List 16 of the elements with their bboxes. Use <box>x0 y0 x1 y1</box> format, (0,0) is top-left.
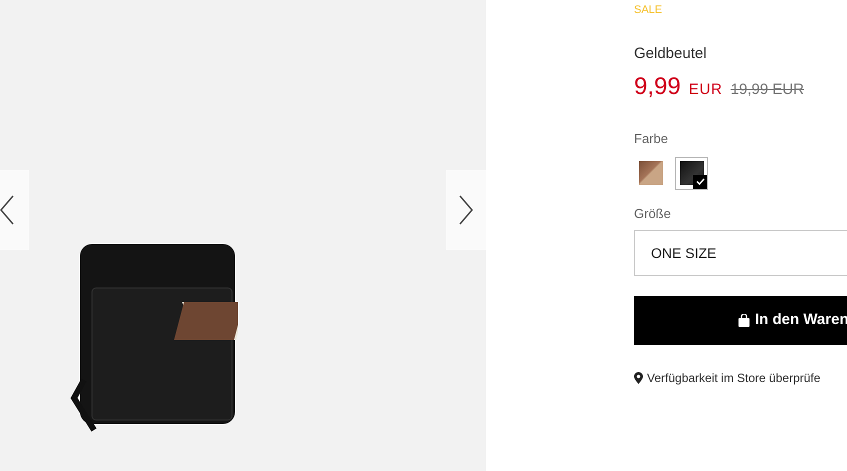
size-select[interactable]: ONE SIZE <box>634 230 847 276</box>
sale-price: 9,99 <box>634 72 681 102</box>
sale-label: SALE <box>634 3 664 18</box>
shopping-bag-icon <box>738 314 750 327</box>
color-label: Farbe <box>634 130 669 148</box>
chevron-right-icon <box>459 195 473 225</box>
product-name: Geldbeutel <box>634 44 708 64</box>
size-label: Größe <box>634 204 672 222</box>
chevron-left-icon <box>0 195 14 225</box>
currency: EUR <box>688 80 723 100</box>
store-availability-link[interactable]: Verfügbarkeit im Store überprüfe <box>647 369 820 387</box>
map-pin-icon <box>634 372 643 384</box>
previous-arrow-button[interactable] <box>0 170 29 250</box>
color-swatch[interactable] <box>675 156 708 190</box>
checkmark-icon <box>693 174 707 188</box>
original-price: 19,99 EUR <box>730 80 804 100</box>
